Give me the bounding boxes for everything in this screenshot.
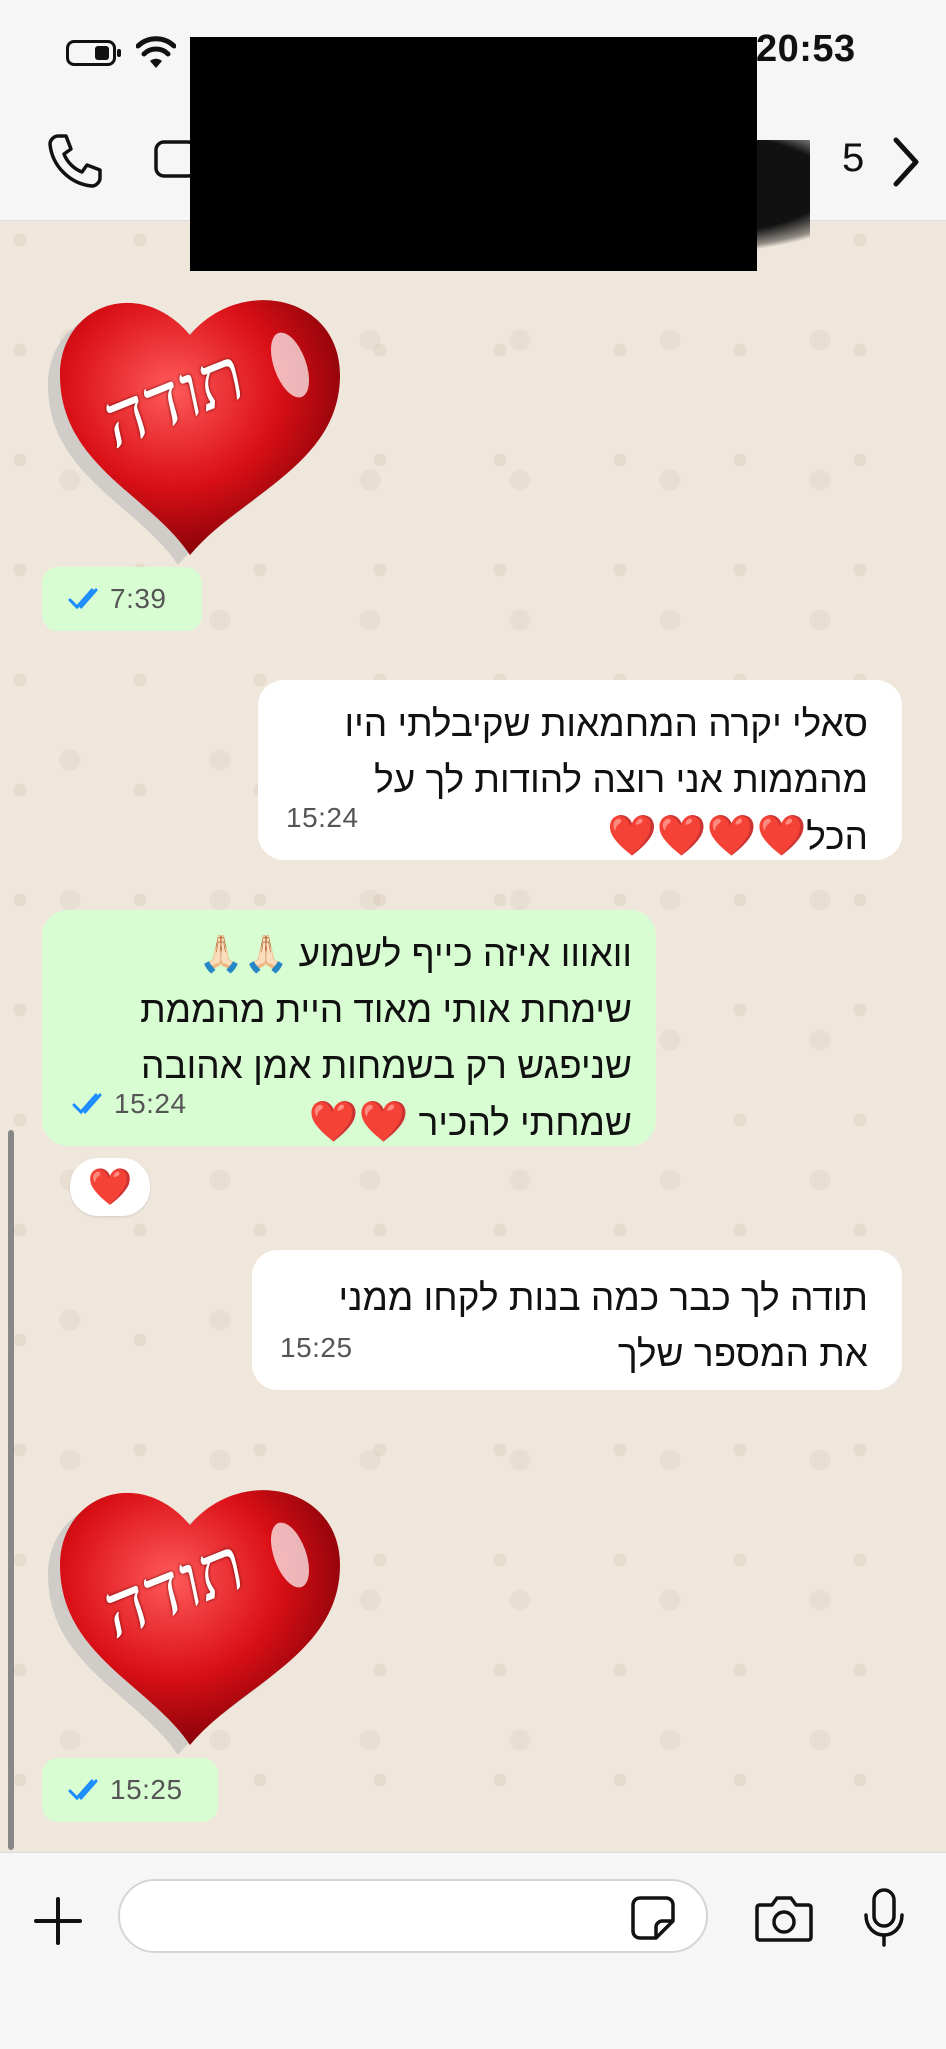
plus-icon[interactable] — [32, 1895, 84, 1947]
message-composer — [0, 1852, 946, 2049]
message-line-text: וואווו איזה כייף לשמוע — [298, 933, 632, 974]
message-line-text: הכל — [806, 816, 868, 857]
battery-icon — [66, 40, 121, 66]
time-label: 15:25 — [110, 1774, 183, 1805]
sticker-message[interactable]: תודה ♥ — [40, 1455, 360, 1777]
message-line: את המספר שלך — [617, 1333, 868, 1374]
wifi-icon — [136, 36, 176, 68]
message-input[interactable] — [118, 1879, 708, 1953]
reaction-heart-emoji: ❤️ — [87, 1166, 133, 1207]
message-line: הכל❤️❤️❤️❤️ — [282, 808, 868, 865]
camera-icon[interactable] — [754, 1893, 814, 1943]
time-label: 15:24 — [286, 802, 359, 833]
message-meta: 15:24 — [286, 790, 359, 846]
message-time: 15:25 — [42, 1758, 218, 1822]
reaction-badge[interactable]: ❤️ — [70, 1158, 150, 1216]
unread-count[interactable]: 5 — [842, 136, 864, 181]
scroll-indicator[interactable] — [8, 1130, 14, 1850]
message-line: תודה לך כבר כמה בנות לקחו ממני — [338, 1277, 868, 1318]
chat-area[interactable]: תודה ♥ 7:39 סאלי יקרה המחמאות שקיבלתי הי… — [0, 220, 946, 1852]
message-line: סאלי יקרה המחמאות שקיבלתי היו — [344, 703, 869, 744]
message-time: 7:39 — [42, 567, 202, 631]
time-label: 15:25 — [280, 1332, 353, 1363]
mic-icon[interactable] — [862, 1887, 906, 1949]
message-line: וואווו איזה כייף לשמוע 🙏🏻🙏🏻 — [66, 926, 632, 982]
status-clock: 20:53 — [756, 28, 856, 70]
incoming-message[interactable]: סאלי יקרה המחמאות שקיבלתי היו מהממות אני… — [258, 680, 902, 860]
heart-emoji: ❤️❤️❤️❤️ — [607, 814, 807, 858]
heart-emoji: ❤️❤️ — [308, 1100, 409, 1144]
outgoing-message[interactable]: וואווו איזה כייף לשמוע 🙏🏻🙏🏻 שימחת אותי מ… — [42, 910, 656, 1146]
forward-chevron-icon[interactable] — [888, 134, 924, 190]
incoming-message[interactable]: תודה לך כבר כמה בנות לקחו ממני את המספר … — [252, 1250, 902, 1390]
double-check-icon — [68, 1779, 98, 1801]
message-line: שימחת אותי מאוד היית מהממת — [140, 989, 632, 1030]
sticker-message[interactable]: תודה ♥ — [40, 265, 360, 597]
message-meta: 15:25 — [280, 1320, 353, 1376]
call-icon[interactable] — [44, 130, 106, 192]
sticker-icon[interactable] — [630, 1895, 676, 1941]
time-label: 7:39 — [110, 583, 167, 614]
message-line: מהממות אני רוצה להודות לך על — [374, 759, 868, 800]
message-line-text: שמחתי להכיר — [418, 1102, 632, 1143]
message-meta: 15:24 — [72, 1076, 187, 1132]
time-label: 15:24 — [114, 1088, 187, 1119]
double-check-icon — [68, 588, 98, 610]
double-check-icon — [72, 1093, 102, 1115]
pray-emoji: 🙏🏻🙏🏻 — [198, 933, 289, 974]
